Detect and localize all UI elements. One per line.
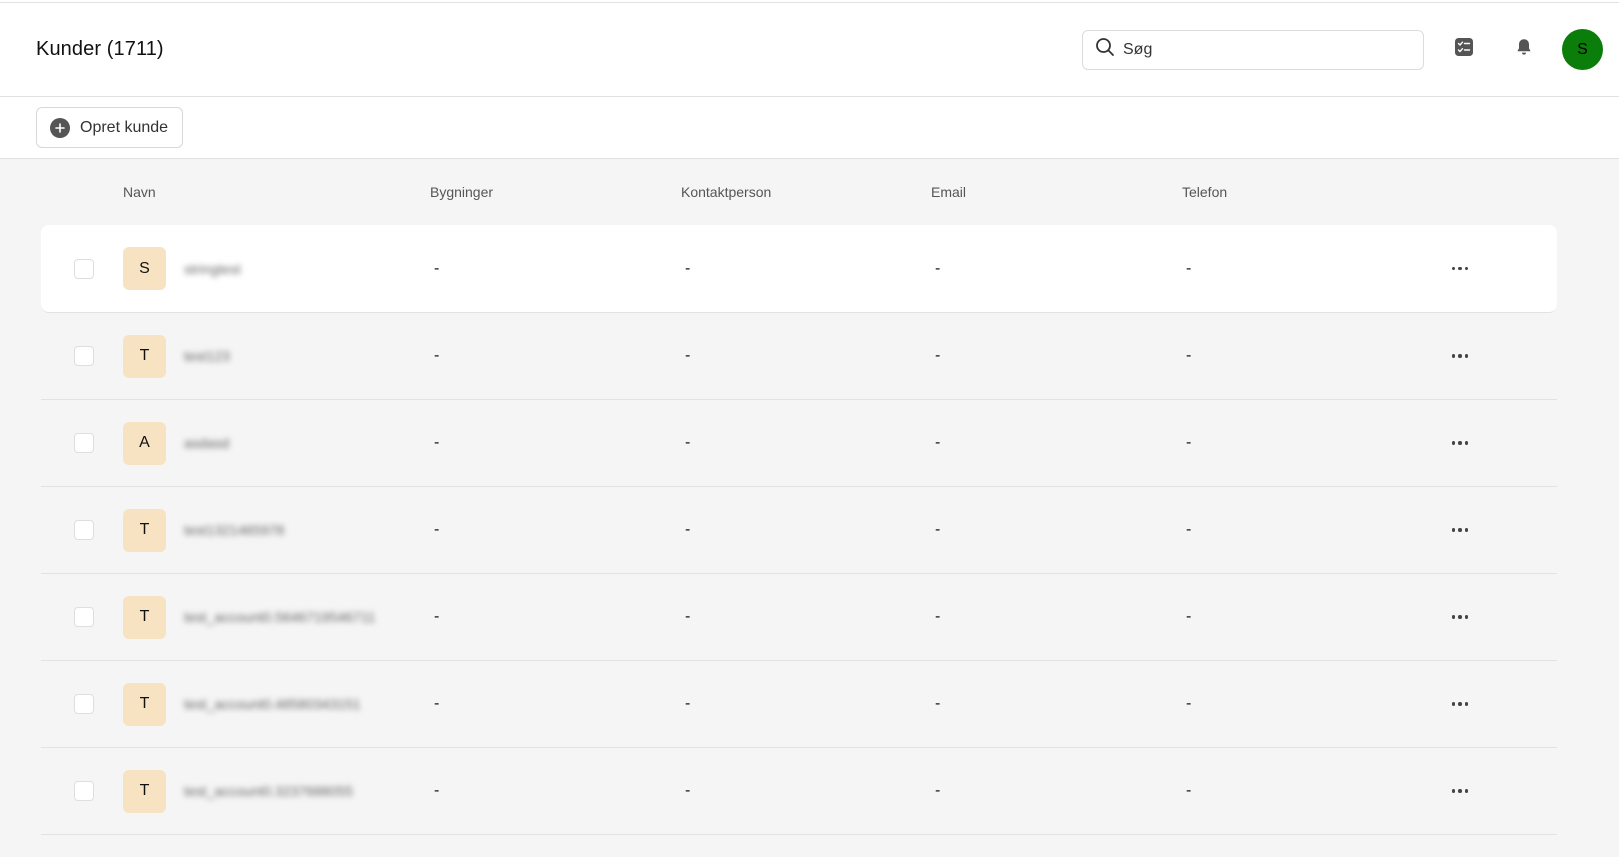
customer-name[interactable]: test_account0.3237688055	[184, 783, 353, 799]
customer-initial-avatar: T	[123, 769, 166, 813]
table-row[interactable]: T test_account0.48580343151 - - - -	[41, 661, 1557, 748]
email-cell: -	[935, 608, 941, 625]
tasks-button[interactable]	[1444, 30, 1484, 70]
column-header-phone[interactable]: Telefon	[1182, 184, 1425, 200]
phone-cell: -	[1186, 782, 1192, 799]
more-options-icon[interactable]	[1446, 522, 1475, 538]
customer-name[interactable]: test1321465978	[184, 522, 284, 538]
customer-name[interactable]: test_account0.48580343151	[184, 696, 361, 712]
contact-cell: -	[685, 782, 691, 799]
notifications-button[interactable]	[1504, 30, 1544, 70]
email-cell: -	[935, 259, 941, 277]
toolbar: Opret kunde	[0, 97, 1619, 159]
search-icon	[1095, 37, 1115, 62]
customer-name[interactable]: test_account0.5646719546711	[184, 609, 375, 625]
buildings-cell: -	[434, 782, 440, 799]
phone-cell: -	[1186, 434, 1192, 451]
phone-cell: -	[1186, 521, 1192, 538]
email-cell: -	[935, 521, 941, 538]
buildings-cell: -	[434, 259, 440, 277]
contact-cell: -	[685, 521, 691, 538]
row-checkbox[interactable]	[74, 781, 94, 801]
table-row[interactable]: S stringtest - - - -	[41, 225, 1557, 313]
buildings-cell: -	[434, 608, 440, 625]
customer-initial-avatar: T	[123, 682, 166, 726]
customer-name[interactable]: test123	[184, 348, 230, 364]
column-header-contact[interactable]: Kontaktperson	[681, 184, 931, 200]
more-options-icon[interactable]	[1446, 696, 1475, 712]
contact-cell: -	[685, 608, 691, 625]
phone-cell: -	[1186, 695, 1192, 712]
table-row[interactable]: T test123 - - - -	[41, 313, 1557, 400]
customer-initial-avatar: T	[123, 508, 166, 552]
email-cell: -	[935, 695, 941, 712]
column-header-email[interactable]: Email	[931, 184, 1182, 200]
more-options-icon[interactable]	[1446, 348, 1475, 364]
buildings-cell: -	[434, 347, 440, 364]
customer-name[interactable]: asdasd	[184, 435, 229, 451]
more-options-icon[interactable]	[1446, 783, 1475, 799]
search-box[interactable]	[1082, 29, 1424, 70]
customers-table: Navn Bygninger Kontaktperson Email Telef…	[0, 159, 1619, 835]
email-cell: -	[935, 782, 941, 799]
create-customer-button[interactable]: Opret kunde	[36, 107, 184, 148]
user-avatar[interactable]: S	[1562, 29, 1603, 70]
customer-initial-avatar: T	[123, 595, 166, 639]
customer-initial-avatar: A	[123, 421, 166, 465]
contact-cell: -	[685, 259, 691, 277]
column-header-name[interactable]: Navn	[123, 184, 430, 200]
customer-initial-avatar: T	[123, 334, 166, 378]
table-row[interactable]: T test_account0.3237688055 - - - -	[41, 748, 1557, 835]
search-input[interactable]	[1123, 40, 1411, 59]
email-cell: -	[935, 434, 941, 451]
table-header: Navn Bygninger Kontaktperson Email Telef…	[41, 159, 1619, 225]
phone-cell: -	[1186, 259, 1192, 277]
plus-circle-icon	[50, 117, 70, 138]
row-checkbox[interactable]	[74, 520, 94, 540]
contact-cell: -	[685, 434, 691, 451]
create-customer-label: Opret kunde	[80, 118, 169, 136]
buildings-cell: -	[434, 434, 440, 451]
contact-cell: -	[685, 347, 691, 364]
customer-initial-avatar: S	[123, 247, 166, 290]
page-title: Kunder (1711)	[36, 38, 164, 60]
row-checkbox[interactable]	[74, 433, 94, 453]
more-options-icon[interactable]	[1446, 609, 1475, 625]
contact-cell: -	[685, 695, 691, 712]
table-row[interactable]: A asdasd - - - -	[41, 400, 1557, 487]
row-checkbox[interactable]	[74, 694, 94, 714]
table-row[interactable]: T test_account0.5646719546711 - - - -	[41, 574, 1557, 661]
page-header: Kunder (1711) Søg S	[0, 3, 1619, 97]
customer-name[interactable]: stringtest	[184, 261, 241, 277]
phone-cell: -	[1186, 347, 1192, 364]
column-header-buildings[interactable]: Bygninger	[430, 184, 681, 200]
phone-cell: -	[1186, 608, 1192, 625]
more-options-icon[interactable]	[1446, 261, 1475, 277]
email-cell: -	[935, 347, 941, 364]
table-body: S stringtest - - - - T test123 - - - - A	[41, 225, 1557, 835]
tasks-icon	[1454, 37, 1474, 62]
buildings-cell: -	[434, 521, 440, 538]
table-row[interactable]: T test1321465978 - - - -	[41, 487, 1557, 574]
row-checkbox[interactable]	[74, 607, 94, 627]
bell-icon	[1514, 37, 1534, 62]
buildings-cell: -	[434, 695, 440, 712]
row-checkbox[interactable]	[74, 258, 94, 279]
more-options-icon[interactable]	[1446, 435, 1475, 451]
row-checkbox[interactable]	[74, 346, 94, 366]
header-actions: S	[1082, 29, 1603, 70]
